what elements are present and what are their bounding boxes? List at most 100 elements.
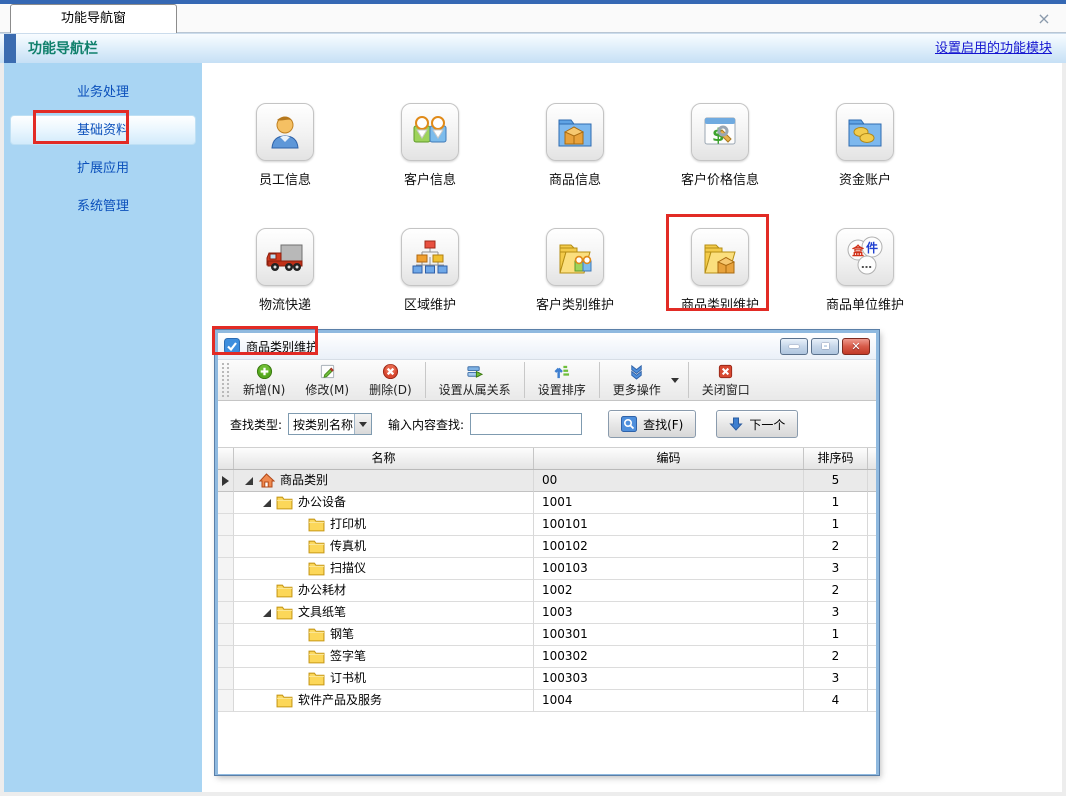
button-label: 设置从属关系 [439, 381, 511, 398]
button-label: 删除(D) [369, 381, 412, 398]
more-actions-dropdown-icon[interactable] [671, 360, 685, 400]
app-icon-logistics[interactable]: 物流快递 [235, 228, 335, 313]
code-cell: 1004 [534, 690, 804, 712]
search-type-value: 按类别名称 [289, 416, 354, 433]
row-indicator [218, 514, 234, 536]
product-info-icon [555, 112, 595, 152]
sort-cell: 2 [804, 646, 868, 668]
icon-label: 物流快递 [235, 294, 335, 313]
sort-icon [553, 363, 570, 380]
logistics-truck-icon [265, 237, 305, 277]
app-icon-customer-price[interactable]: $ 客户价格信息 [670, 103, 770, 188]
sidebar-item-basic-data[interactable]: 基础资料 [10, 115, 196, 145]
button-label: 更多操作 [613, 381, 661, 398]
table-row[interactable]: 办公设备 1001 1 [218, 492, 876, 514]
table-row[interactable]: 订书机 100303 3 [218, 668, 876, 690]
tab-function-navigation[interactable]: 功能导航窗 [10, 4, 177, 33]
app-icon-employee-info[interactable]: 员工信息 [235, 103, 335, 188]
folder-icon [276, 583, 293, 598]
code-cell: 1001 [534, 492, 804, 514]
edit-icon [319, 363, 336, 380]
search-input-label: 输入内容查找: [388, 416, 464, 433]
code-cell: 100303 [534, 668, 804, 690]
expander-icon[interactable] [262, 608, 272, 618]
sidebar-item-system[interactable]: 系统管理 [10, 191, 196, 221]
row-indicator [218, 602, 234, 624]
table-row[interactable]: 扫描仪 100103 3 [218, 558, 876, 580]
close-window-button[interactable]: 关闭窗口 [692, 360, 760, 400]
button-label: 下一个 [749, 416, 785, 433]
table-row[interactable]: 软件产品及服务 1004 4 [218, 690, 876, 712]
add-button[interactable]: 新增(N) [233, 360, 295, 400]
column-header-name[interactable]: 名称 [234, 448, 534, 469]
code-cell: 100101 [534, 514, 804, 536]
icon-label: 资金账户 [815, 169, 915, 188]
next-button[interactable]: 下一个 [716, 410, 798, 438]
icon-label: 商品信息 [525, 169, 625, 188]
dialog-titlebar[interactable]: 商品类别维护 ✕ [218, 333, 876, 359]
maximize-button[interactable] [811, 338, 839, 355]
tree-node-label: 签字笔 [330, 646, 366, 667]
toolbar-separator [524, 362, 525, 398]
app-icon-customer-info[interactable]: 客户信息 [380, 103, 480, 188]
close-button[interactable]: ✕ [842, 338, 870, 355]
expander-icon[interactable] [244, 476, 254, 486]
svg-text:件: 件 [866, 240, 878, 255]
app-icon-product-info[interactable]: 商品信息 [525, 103, 625, 188]
sort-cell: 3 [804, 602, 868, 624]
sidebar-item-business[interactable]: 业务处理 [10, 77, 196, 107]
funds-account-icon [845, 112, 885, 152]
toolbar-grip[interactable] [222, 363, 229, 397]
table-row[interactable]: 商品类别 00 5 [218, 470, 876, 492]
column-header-code[interactable]: 编码 [534, 448, 804, 469]
search-type-select[interactable]: 按类别名称 [288, 413, 372, 435]
chevron-down-icon[interactable] [354, 414, 371, 434]
more-actions-icon [628, 363, 645, 380]
table-row[interactable]: 钢笔 100301 1 [218, 624, 876, 646]
folder-icon [308, 671, 325, 686]
row-indicator [218, 668, 234, 690]
configure-modules-link[interactable]: 设置启用的功能模块 [935, 34, 1052, 64]
table-row[interactable]: 签字笔 100302 2 [218, 646, 876, 668]
product-unit-icon: 盒 件 … [843, 235, 887, 279]
set-hierarchy-button[interactable]: 设置从属关系 [429, 360, 521, 400]
table-row[interactable]: 传真机 100102 2 [218, 536, 876, 558]
sort-cell: 2 [804, 536, 868, 558]
toolbar-separator [425, 362, 426, 398]
table-row[interactable]: 文具纸笔 1003 3 [218, 602, 876, 624]
column-header-sort[interactable]: 排序码 [804, 448, 868, 469]
search-input[interactable] [470, 413, 582, 435]
table-row[interactable]: 办公耗材 1002 2 [218, 580, 876, 602]
close-icon[interactable]: × [1034, 9, 1054, 29]
app-icon-region[interactable]: 区域维护 [380, 228, 480, 313]
sort-cell: 3 [804, 668, 868, 690]
hierarchy-icon [466, 363, 483, 380]
svg-text:盒: 盒 [851, 243, 865, 258]
button-label: 修改(M) [305, 381, 349, 398]
tree-node-label: 办公耗材 [298, 580, 346, 601]
toolbar-separator [599, 362, 600, 398]
sidebar-item-extensions[interactable]: 扩展应用 [10, 153, 196, 183]
table-row[interactable]: 打印机 100101 1 [218, 514, 876, 536]
dialog-title: 商品类别维护 [246, 338, 318, 355]
app-icon-customer-category[interactable]: 客户类别维护 [525, 228, 625, 313]
app-icon-product-unit[interactable]: 盒 件 … 商品单位维护 [815, 228, 915, 313]
icon-label: 客户价格信息 [670, 169, 770, 188]
function-nav-header: 功能导航栏 设置启用的功能模块 [0, 33, 1066, 63]
tree-node-label: 软件产品及服务 [298, 690, 382, 711]
find-button[interactable]: 查找(F) [608, 410, 696, 438]
row-indicator [218, 492, 234, 514]
edit-button[interactable]: 修改(M) [295, 360, 359, 400]
header-accent-block [4, 34, 16, 64]
row-indicator [218, 646, 234, 668]
delete-button[interactable]: 删除(D) [359, 360, 422, 400]
expander-icon[interactable] [262, 498, 272, 508]
minimize-button[interactable] [780, 338, 808, 355]
app-icon-funds-account[interactable]: 资金账户 [815, 103, 915, 188]
set-sort-button[interactable]: 设置排序 [528, 360, 596, 400]
toolbar-separator [688, 362, 689, 398]
app-icon-product-category[interactable]: 商品类别维护 [670, 228, 770, 313]
folder-icon [308, 561, 325, 576]
icon-label: 客户类别维护 [525, 294, 625, 313]
more-actions-button[interactable]: 更多操作 [603, 360, 671, 400]
